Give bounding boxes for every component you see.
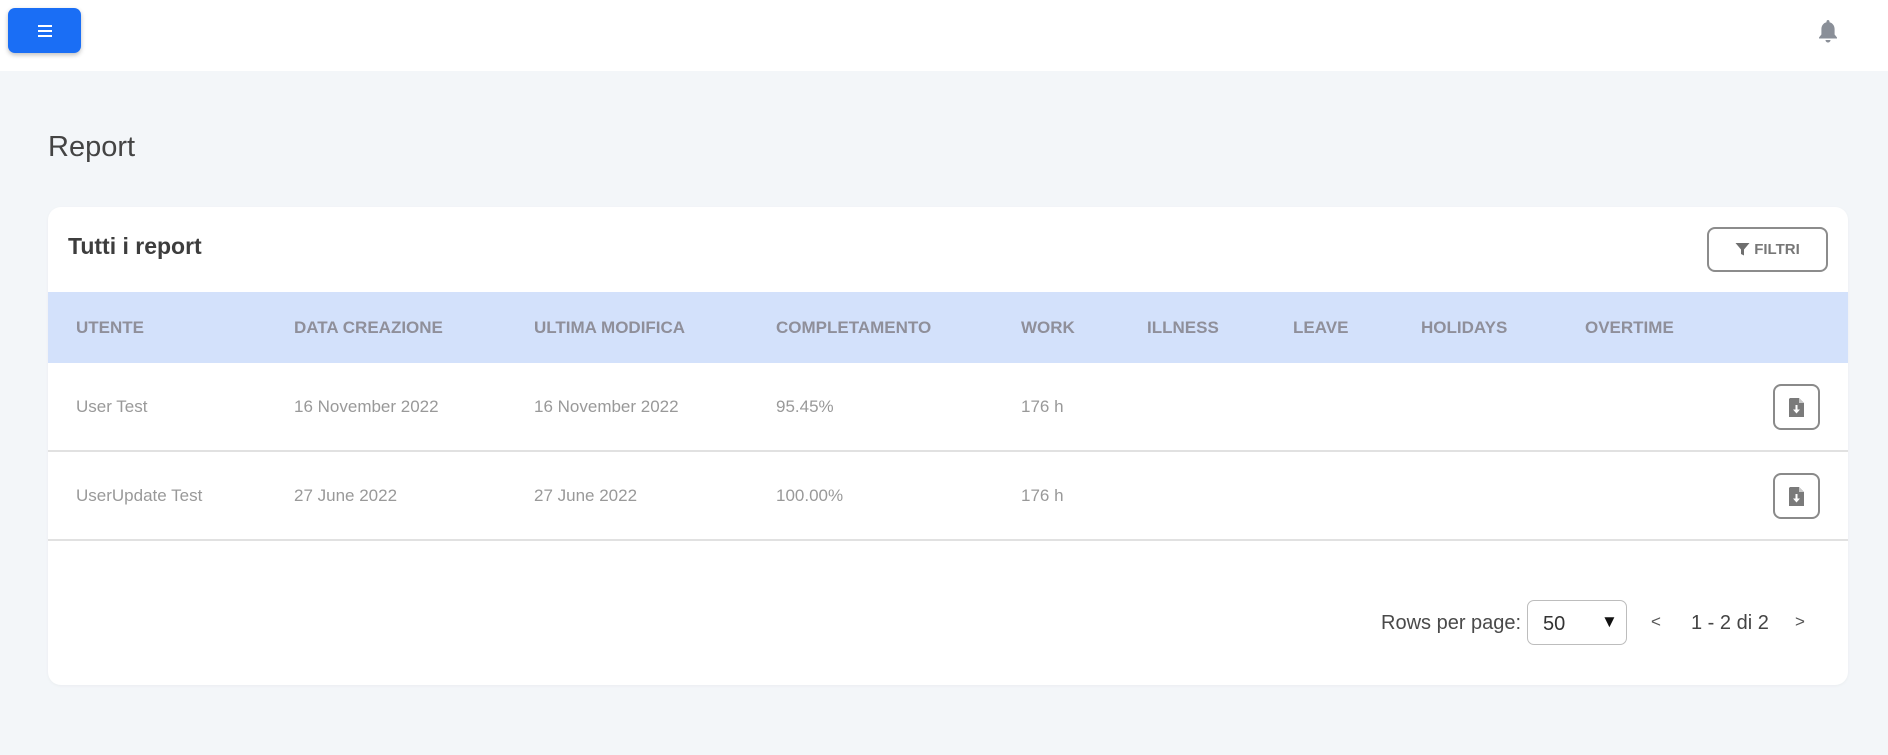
column-header-utente[interactable]: UTENTE — [76, 292, 144, 363]
table-row: User Test 16 November 2022 16 November 2… — [48, 363, 1848, 452]
cell-work: 176 h — [1021, 486, 1064, 505]
top-app-bar — [0, 0, 1888, 71]
column-header-work[interactable]: WORK — [1021, 292, 1075, 363]
column-header-completamento[interactable]: COMPLETAMENTO — [776, 292, 931, 363]
rows-per-page-select[interactable]: 50 ▼ — [1527, 600, 1627, 645]
download-report-button[interactable] — [1773, 384, 1820, 430]
filter-funnel-icon — [1735, 243, 1750, 256]
column-header-holidays[interactable]: HOLIDAYS — [1421, 292, 1507, 363]
cell-utente: User Test — [76, 397, 148, 416]
menu-button[interactable] — [8, 8, 81, 53]
rows-per-page-label: Rows per page: — [1381, 612, 1522, 634]
column-header-overtime[interactable]: OVERTIME — [1585, 292, 1674, 363]
cell-utente: UserUpdate Test — [76, 486, 203, 505]
bell-icon[interactable] — [1816, 18, 1840, 44]
card-title: Tutti i report — [68, 233, 202, 259]
reports-card: Tutti i report FILTRI UTENTE DATA CREAZI… — [48, 207, 1848, 685]
table-row: UserUpdate Test 27 June 2022 27 June 202… — [48, 452, 1848, 541]
column-header-illness[interactable]: ILLNESS — [1147, 292, 1219, 363]
filter-button[interactable]: FILTRI — [1707, 227, 1828, 272]
column-header-ultima-modifica[interactable]: ULTIMA MODIFICA — [534, 292, 685, 363]
cell-data-creazione: 16 November 2022 — [294, 397, 439, 416]
hamburger-menu-icon — [37, 24, 52, 37]
file-download-icon — [1789, 486, 1804, 506]
pagination-range: 1 - 2 di 2 — [1691, 612, 1769, 634]
cell-work: 176 h — [1021, 397, 1064, 416]
column-header-data-creazione[interactable]: DATA CREAZIONE — [294, 292, 443, 363]
download-report-button[interactable] — [1773, 473, 1820, 519]
page-title: Report — [48, 131, 136, 163]
cell-completamento: 100.00% — [776, 486, 844, 505]
column-header-leave[interactable]: LEAVE — [1293, 292, 1348, 363]
cell-ultima-modifica: 27 June 2022 — [534, 486, 638, 505]
file-download-icon — [1789, 397, 1804, 417]
filter-button-label: FILTRI — [1754, 241, 1800, 258]
cell-data-creazione: 27 June 2022 — [294, 486, 398, 505]
table-header: UTENTE DATA CREAZIONE ULTIMA MODIFICA CO… — [48, 292, 1848, 363]
cell-completamento: 95.45% — [776, 397, 834, 416]
cell-ultima-modifica: 16 November 2022 — [534, 397, 679, 416]
rows-per-page-value: 50 — [1543, 613, 1566, 635]
previous-page-button[interactable]: < — [1651, 612, 1661, 632]
caret-down-icon: ▼ — [1601, 612, 1618, 631]
next-page-button[interactable]: > — [1795, 612, 1805, 632]
